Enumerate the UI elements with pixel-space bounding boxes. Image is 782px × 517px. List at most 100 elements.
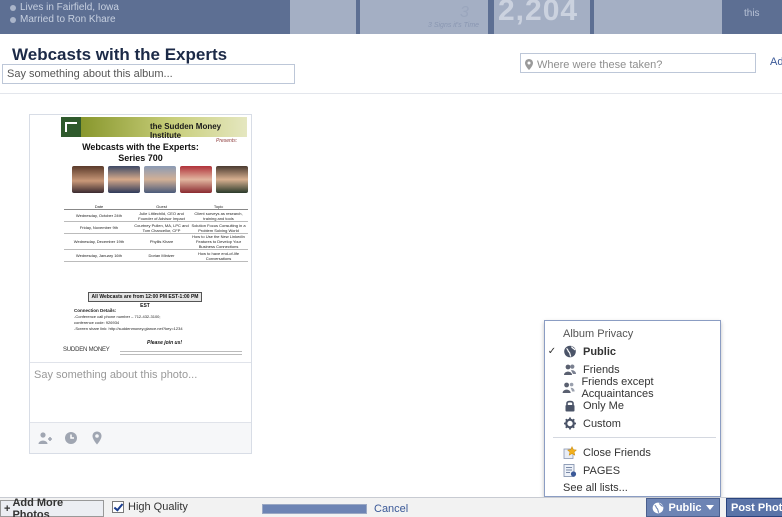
privacy-option-custom[interactable]: Custom <box>545 415 720 432</box>
table-cell: Friday, November 9th <box>79 225 119 230</box>
profile-married-text: Married to Ron Khare <box>20 14 116 25</box>
high-quality-checkbox[interactable] <box>112 501 124 513</box>
table-cell: Dorian Mintzer <box>148 253 175 258</box>
cancel-link[interactable]: Cancel <box>374 503 408 515</box>
table-row: Wednesday, December 19th Phyllis Khare H… <box>64 234 248 250</box>
privacy-menu-header: Album Privacy <box>563 328 634 340</box>
flyer-series: Series 700 <box>118 153 163 163</box>
guest-photo <box>72 166 104 193</box>
checkmark-icon: ✓ <box>547 346 557 357</box>
guest-photo <box>108 166 140 193</box>
table-cell: Wednesday, January 16th <box>75 253 122 258</box>
list-icon <box>563 464 577 477</box>
privacy-option-label: Friends except Acquaintances <box>581 375 654 400</box>
banner-right-text: this <box>744 8 760 19</box>
location-input[interactable]: Where were these taken? <box>520 53 756 73</box>
table-cell: Julie Littlechild, CEO and Founder of Ad… <box>138 210 185 221</box>
table-cell: Client surveys as research, training and… <box>194 210 243 221</box>
privacy-selector-label: Public <box>668 501 702 514</box>
table-header: Topic <box>213 203 224 209</box>
connection-line: conference code: 926934 <box>74 320 120 325</box>
guest-photo <box>144 166 176 193</box>
flyer-join: Please join us! <box>147 340 183 346</box>
table-cell: Wednesday, December 19th <box>73 239 125 244</box>
flyer-footnote <box>120 349 242 355</box>
gear-icon <box>564 417 576 430</box>
privacy-option-public[interactable]: ✓ Public <box>545 343 720 360</box>
globe-icon <box>564 345 576 358</box>
lock-icon <box>565 400 575 412</box>
heart-icon <box>10 17 16 23</box>
table-cell: Solution Focus Consulting in a Problem S… <box>191 222 246 233</box>
banner-tiny-text: 3 Signs it's Time <box>428 22 480 29</box>
flyer-sudden-money-logo: SUDDEN MONEY <box>63 347 110 353</box>
add-link[interactable]: Ad <box>770 56 782 68</box>
menu-divider <box>553 437 716 438</box>
banner-photo-1[interactable] <box>290 0 356 34</box>
table-row: Friday, November 9th Courtney Pullen, MA… <box>64 222 248 234</box>
privacy-option-label: Only Me <box>583 399 624 412</box>
connection-line: -Conference call phone number – 712-432-… <box>74 314 161 319</box>
flyer-all-webcasts: All Webcasts are from 12:00 PM EST-1:00 … <box>88 292 202 309</box>
profile-info: Lives in Fairfield, Iowa Married to Ron … <box>10 2 119 26</box>
privacy-option-label: Public <box>583 345 617 358</box>
star-icon <box>563 446 577 459</box>
banner-big-number: 2,204 <box>498 0 579 27</box>
location-pin-icon[interactable] <box>90 431 104 445</box>
friends-except-icon <box>562 382 575 393</box>
photo-thumbnail[interactable]: the Sudden Money Institute Presents: Web… <box>30 115 251 361</box>
flyer-connection-details: Connection Details: -Conference call pho… <box>74 308 183 332</box>
add-more-photos-button[interactable]: + Add More Photos <box>0 496 104 517</box>
profile-banner: 3 3 Signs it's Time 2,204 this Lives in … <box>0 0 782 34</box>
location-pin-icon <box>525 59 533 70</box>
chevron-down-icon <box>705 505 714 510</box>
table-header-row: Date Guest Topic <box>64 203 248 210</box>
flyer-guest-photos <box>72 166 248 193</box>
post-photos-button[interactable]: Post Photos <box>726 498 782 517</box>
album-title[interactable]: Webcasts with the Experts <box>12 45 227 65</box>
table-header: Date <box>94 203 104 209</box>
flyer-schedule-table: Date Guest Topic Wednesday, October 24th… <box>64 203 248 262</box>
add-more-photos-label: Add More Photos <box>12 496 64 517</box>
photo-caption-input[interactable]: Say something about this photo... <box>30 362 251 422</box>
table-row: Wednesday, October 24th Julie Littlechil… <box>64 210 248 222</box>
profile-lives-in-text: Lives in Fairfield, Iowa <box>20 2 119 13</box>
photo-toolbar <box>30 422 251 453</box>
table-cell: Courtney Pullen, MA, LPC and Tom Chancel… <box>134 222 189 233</box>
tag-person-icon[interactable] <box>38 431 52 445</box>
divider <box>0 93 782 94</box>
table-cell: How to Use the New LinkedIn Features to … <box>192 234 245 249</box>
friends-icon <box>564 364 576 375</box>
album-description-input[interactable]: Say something about this album... <box>2 64 295 84</box>
guest-photo <box>180 166 212 193</box>
privacy-list-pages[interactable]: PAGES <box>545 462 720 479</box>
high-quality-label: High Quality <box>128 501 188 513</box>
table-header: Guest <box>156 203 167 209</box>
table-cell: Phyllis Khare <box>149 239 174 244</box>
banner-photo-4[interactable] <box>594 0 722 34</box>
guest-photo <box>216 166 248 193</box>
high-quality-option[interactable]: High Quality <box>112 501 188 513</box>
privacy-option-label: Friends <box>583 363 620 376</box>
privacy-option-friends-except[interactable]: Friends except Acquaintances <box>545 376 720 400</box>
upload-progress-fill <box>263 505 366 513</box>
table-row: Wednesday, January 16th Dorian Mintzer H… <box>64 250 248 262</box>
upload-progress-bar <box>262 504 367 514</box>
privacy-list-label: Close Friends <box>583 446 651 459</box>
flyer-logo-icon <box>61 117 81 137</box>
profile-lives-in: Lives in Fairfield, Iowa <box>10 2 119 14</box>
clock-icon[interactable] <box>64 431 78 445</box>
privacy-list-close-friends[interactable]: Close Friends <box>545 444 720 461</box>
privacy-option-label: Custom <box>583 417 621 430</box>
privacy-selector-button[interactable]: Public <box>646 498 720 517</box>
banner-small-number: 3 <box>460 4 469 21</box>
profile-married: Married to Ron Khare <box>10 14 119 26</box>
home-icon <box>10 5 16 11</box>
table-cell: How to have end-of-life Conversations <box>197 250 240 261</box>
connection-line: -Screen share link: http://suddenmoney.g… <box>74 326 183 331</box>
flyer-title: Webcasts with the Experts: <box>82 142 199 152</box>
privacy-option-only-me[interactable]: Only Me <box>545 397 720 414</box>
connection-title: Connection Details: <box>74 308 117 313</box>
see-all-lists-link[interactable]: See all lists... <box>563 482 628 494</box>
location-placeholder: Where were these taken? <box>537 58 663 71</box>
